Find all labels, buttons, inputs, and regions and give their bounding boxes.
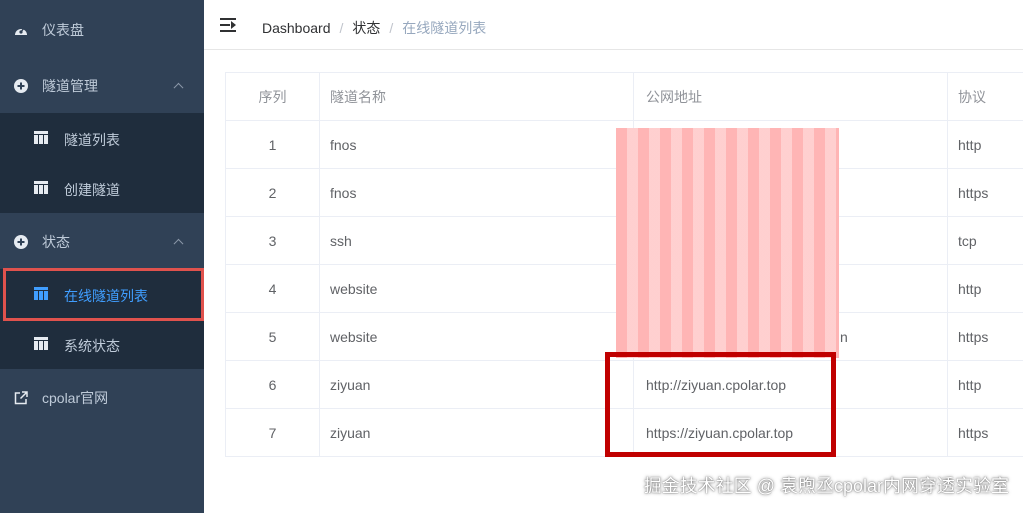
chevron-up-icon bbox=[173, 82, 184, 93]
sidebar: 仪表盘 隧道管理 隧道列表 创建隧道 状态 在线隧道列表 系统状态 cpolar… bbox=[0, 0, 204, 513]
row-protocol: http bbox=[958, 280, 982, 297]
menu-item-status[interactable]: 状态 bbox=[0, 218, 204, 266]
hamburger-icon[interactable] bbox=[220, 18, 236, 32]
row-index: 6 bbox=[226, 361, 320, 408]
table-icon bbox=[34, 181, 48, 194]
external-link-icon bbox=[14, 391, 28, 405]
table-icon bbox=[34, 337, 48, 350]
row-index: 5 bbox=[226, 313, 320, 360]
row-protocol: https bbox=[958, 184, 989, 201]
menu-item-tunnel-management[interactable]: 隧道管理 bbox=[0, 62, 204, 110]
watermark: 掘金技术社区 @ 袁煦丞cpolar内网穿透实验室 bbox=[643, 476, 1009, 496]
row-name: ziyuan bbox=[320, 409, 634, 456]
sidebar-item-label: 创建隧道 bbox=[64, 182, 120, 198]
navbar: Dashboard / 状态 / 在线隧道列表 bbox=[204, 0, 1023, 50]
table-icon bbox=[34, 131, 48, 144]
breadcrumb: Dashboard / 状态 / 在线隧道列表 bbox=[262, 18, 486, 38]
breadcrumb-status[interactable]: 状态 bbox=[352, 18, 380, 38]
breadcrumb-separator: / bbox=[339, 20, 344, 36]
row-name: website bbox=[320, 313, 634, 360]
column-header-url: 公网地址 bbox=[634, 73, 948, 120]
active-item-highlight bbox=[3, 268, 204, 321]
plus-circle-icon bbox=[14, 79, 28, 93]
submenu-tunnel-management: 隧道列表 创建隧道 bbox=[0, 113, 204, 213]
row-protocol: http bbox=[958, 136, 982, 153]
row-name: fnos bbox=[320, 121, 634, 168]
menu-label-cpolar-website: cpolar官网 bbox=[42, 390, 109, 406]
breadcrumb-separator: / bbox=[389, 20, 394, 36]
row-protocol: https bbox=[958, 424, 989, 441]
menu-label-dashboard: 仪表盘 bbox=[42, 22, 84, 38]
sidebar-item-label: 隧道列表 bbox=[64, 132, 120, 148]
row-name: ssh bbox=[320, 217, 634, 264]
breadcrumb-dashboard[interactable]: Dashboard bbox=[262, 20, 331, 36]
annotation-highlight-box bbox=[605, 352, 836, 457]
menu-item-cpolar-website[interactable]: cpolar官网 bbox=[0, 374, 204, 422]
row-name: ziyuan bbox=[320, 361, 634, 408]
menu-label-status: 状态 bbox=[42, 234, 70, 250]
sidebar-item-system-status[interactable]: 系统状态 bbox=[0, 319, 204, 369]
redaction-mosaic bbox=[616, 128, 839, 358]
column-header-index: 序列 bbox=[226, 73, 320, 120]
plus-circle-icon bbox=[14, 235, 28, 249]
row-index: 1 bbox=[226, 121, 320, 168]
sidebar-item-tunnel-list[interactable]: 隧道列表 bbox=[0, 113, 204, 163]
row-name: fnos bbox=[320, 169, 634, 216]
row-index: 7 bbox=[226, 409, 320, 456]
column-header-protocol: 协议 bbox=[958, 88, 986, 105]
sidebar-item-create-tunnel[interactable]: 创建隧道 bbox=[0, 163, 204, 213]
row-name: website bbox=[320, 265, 634, 312]
table-header-row: 序列 隧道名称 公网地址 协议 bbox=[226, 73, 1023, 121]
row-protocol: https bbox=[958, 328, 989, 345]
row-index: 3 bbox=[226, 217, 320, 264]
menu-label-tunnel-management: 隧道管理 bbox=[42, 78, 98, 94]
row-index: 4 bbox=[226, 265, 320, 312]
row-protocol: http bbox=[958, 376, 982, 393]
row-index: 2 bbox=[226, 169, 320, 216]
sidebar-item-label: 系统状态 bbox=[64, 338, 120, 354]
menu-item-dashboard[interactable]: 仪表盘 bbox=[0, 7, 204, 53]
chevron-up-icon bbox=[173, 238, 184, 249]
row-protocol: tcp bbox=[958, 232, 977, 249]
column-header-name: 隧道名称 bbox=[320, 73, 634, 120]
redacted-url-tail: n bbox=[840, 329, 848, 345]
dashboard-icon bbox=[14, 23, 28, 37]
breadcrumb-current: 在线隧道列表 bbox=[402, 20, 487, 36]
